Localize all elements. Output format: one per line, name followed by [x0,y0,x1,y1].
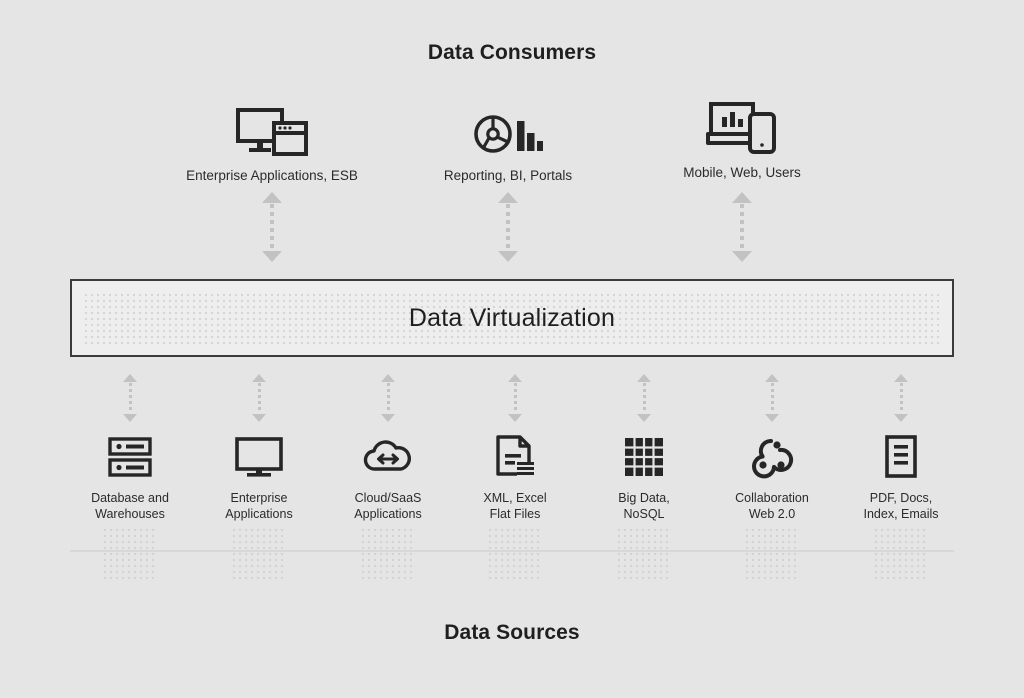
source-label-line1: Cloud/SaaS [354,491,422,505]
source-label-line2: Applications [225,507,293,521]
flow-arrow-consumer-3 [732,192,752,262]
source-node-collaboration-web20[interactable]: Collaboration Web 2.0 [708,434,836,522]
webhook-nodes-icon [708,434,836,480]
grid-cells-icon [580,434,708,480]
data-virtualization-label: Data Virtualization [408,303,616,332]
desktop-monitor-icon [195,434,323,480]
source-node-cloud-saas[interactable]: Cloud/SaaS Applications [324,434,452,522]
flow-arrow-source-2 [252,374,266,422]
consumer-node-enterprise-applications[interactable]: Enterprise Applications, ESB [162,95,382,184]
source-label: Database and Warehouses [66,490,194,522]
document-file-icon [451,434,579,480]
pie-bar-chart-icon [398,95,618,157]
source-store-texture-3 [360,527,416,579]
flow-arrow-consumer-2 [498,192,518,262]
data-virtualization-layer[interactable]: Data Virtualization [70,279,954,357]
source-label-line1: Collaboration [735,491,809,505]
consumer-node-mobile-web-users[interactable]: Mobile, Web, Users [632,92,852,181]
document-lines-icon [837,434,965,480]
source-label-line2: Web 2.0 [748,507,796,521]
source-label-line1: PDF, Docs, [869,491,933,505]
consumer-label: Mobile, Web, Users [683,165,801,180]
source-store-texture-2 [231,527,287,579]
source-store-texture-1 [102,527,158,579]
source-label-line1: Big Data, [618,491,670,505]
source-label-line2: Flat Files [489,507,541,521]
source-store-texture-4 [487,527,543,579]
source-node-enterprise-applications[interactable]: Enterprise Applications [195,434,323,522]
cloud-exchange-icon [324,434,452,480]
flow-arrow-source-5 [637,374,651,422]
source-label-line2: NoSQL [623,507,665,521]
source-label: Cloud/SaaS Applications [324,490,452,522]
flow-arrow-source-4 [508,374,522,422]
source-label: Enterprise Applications [195,490,323,522]
consumer-node-reporting-bi[interactable]: Reporting, BI, Portals [398,95,618,184]
flow-arrow-source-6 [765,374,779,422]
source-store-texture-7 [873,527,929,579]
consumer-label: Enterprise Applications, ESB [186,168,358,183]
source-node-big-data-nosql[interactable]: Big Data, NoSQL [580,434,708,522]
source-label-line1: XML, Excel [483,491,547,505]
source-node-pdf-docs-index-emails[interactable]: PDF, Docs, Index, Emails [837,434,965,522]
source-node-xml-excel-flat-files[interactable]: XML, Excel Flat Files [451,434,579,522]
source-label-line2: Applications [354,507,422,521]
source-label-line2: Index, Emails [863,507,939,521]
flow-arrow-consumer-1 [262,192,282,262]
source-store-texture-6 [744,527,800,579]
flow-arrow-source-3 [381,374,395,422]
source-store-texture-5 [616,527,672,579]
page-title-data-sources: Data Sources [444,621,580,644]
diagram-canvas: Data Consumers Enterprise Applications, … [0,0,1024,698]
source-label: Big Data, NoSQL [580,490,708,522]
laptop-phone-icon [632,92,852,154]
source-label-line2: Warehouses [95,507,165,521]
consumer-label: Reporting, BI, Portals [443,168,573,183]
server-rack-icon [66,434,194,480]
source-label: Collaboration Web 2.0 [708,490,836,522]
monitor-browser-window-icon [162,95,382,157]
source-label: PDF, Docs, Index, Emails [837,490,965,522]
source-label-line1: Database and [91,491,169,505]
page-title-data-consumers: Data Consumers [427,41,597,64]
source-label-line1: Enterprise [230,491,288,505]
flow-arrow-source-7 [894,374,908,422]
source-label: XML, Excel Flat Files [451,490,579,522]
flow-arrow-source-1 [123,374,137,422]
source-node-database-warehouses[interactable]: Database and Warehouses [66,434,194,522]
